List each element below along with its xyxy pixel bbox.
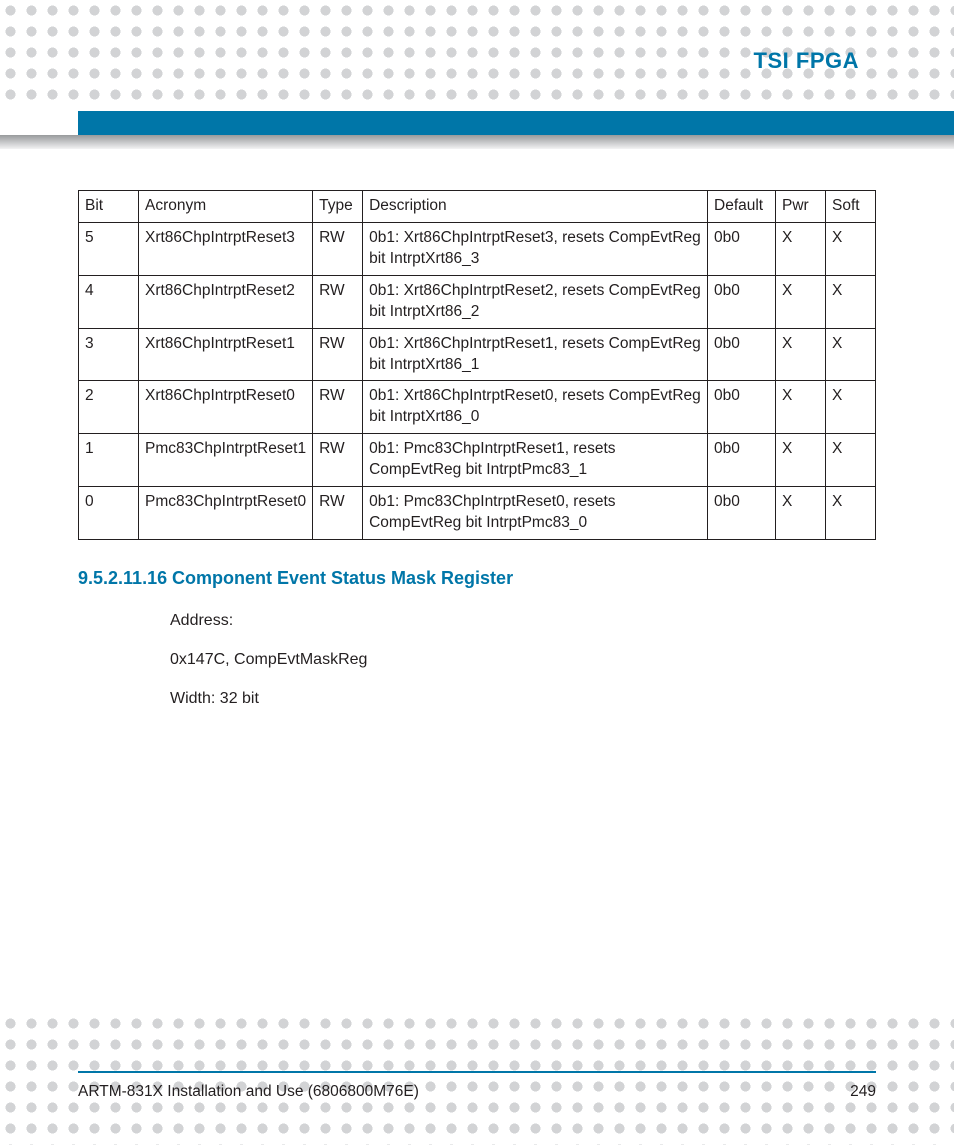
cell-type: RW xyxy=(313,275,363,328)
cell-pwr: X xyxy=(776,487,826,540)
cell-soft: X xyxy=(826,328,876,381)
footer-page-number: 249 xyxy=(850,1083,876,1101)
section-number: 9.5.2.11.16 xyxy=(78,568,170,589)
footer-rule xyxy=(78,1071,876,1073)
section-heading: 9.5.2.11.16 Component Event Status Mask … xyxy=(78,568,876,589)
cell-description: 0b1: Xrt86ChpIntrptReset2, resets CompEv… xyxy=(363,275,708,328)
header-blue-bar xyxy=(78,111,954,135)
table-row: 4Xrt86ChpIntrptReset2RW0b1: Xrt86ChpIntr… xyxy=(79,275,876,328)
table-row: 2Xrt86ChpIntrptReset0RW0b1: Xrt86ChpIntr… xyxy=(79,381,876,434)
content-area: Bit Acronym Type Description Default Pwr… xyxy=(78,190,876,727)
cell-type: RW xyxy=(313,434,363,487)
cell-soft: X xyxy=(826,434,876,487)
table-row: 5Xrt86ChpIntrptReset3RW0b1: Xrt86ChpIntr… xyxy=(79,222,876,275)
cell-bit: 1 xyxy=(79,434,139,487)
col-acronym: Acronym xyxy=(139,191,313,223)
page: TSI FPGA Bit Acronym Type Description De… xyxy=(0,0,954,1145)
address-value: 0x147C, CompEvtMaskReg xyxy=(170,650,876,671)
cell-type: RW xyxy=(313,381,363,434)
cell-default: 0b0 xyxy=(708,434,776,487)
cell-pwr: X xyxy=(776,434,826,487)
width-line: Width: 32 bit xyxy=(170,689,876,710)
cell-soft: X xyxy=(826,381,876,434)
cell-type: RW xyxy=(313,487,363,540)
cell-bit: 3 xyxy=(79,328,139,381)
cell-soft: X xyxy=(826,222,876,275)
col-default: Default xyxy=(708,191,776,223)
cell-pwr: X xyxy=(776,275,826,328)
table-row: 3Xrt86ChpIntrptReset1RW0b1: Xrt86ChpIntr… xyxy=(79,328,876,381)
cell-type: RW xyxy=(313,222,363,275)
col-type: Type xyxy=(313,191,363,223)
cell-default: 0b0 xyxy=(708,381,776,434)
cell-type: RW xyxy=(313,328,363,381)
cell-default: 0b0 xyxy=(708,487,776,540)
cell-pwr: X xyxy=(776,222,826,275)
decorative-dots-bottom xyxy=(0,1013,954,1145)
cell-description: 0b1: Xrt86ChpIntrptReset3, resets CompEv… xyxy=(363,222,708,275)
footer: ARTM-831X Installation and Use (6806800M… xyxy=(78,1083,876,1101)
cell-default: 0b0 xyxy=(708,222,776,275)
table-header-row: Bit Acronym Type Description Default Pwr… xyxy=(79,191,876,223)
cell-bit: 5 xyxy=(79,222,139,275)
col-bit: Bit xyxy=(79,191,139,223)
section-title: Component Event Status Mask Register xyxy=(172,568,513,589)
cell-bit: 0 xyxy=(79,487,139,540)
cell-acronym: Xrt86ChpIntrptReset2 xyxy=(139,275,313,328)
cell-soft: X xyxy=(826,275,876,328)
cell-acronym: Pmc83ChpIntrptReset0 xyxy=(139,487,313,540)
cell-acronym: Xrt86ChpIntrptReset3 xyxy=(139,222,313,275)
cell-acronym: Pmc83ChpIntrptReset1 xyxy=(139,434,313,487)
table-row: 1Pmc83ChpIntrptReset1RW0b1: Pmc83ChpIntr… xyxy=(79,434,876,487)
cell-default: 0b0 xyxy=(708,328,776,381)
cell-acronym: Xrt86ChpIntrptReset1 xyxy=(139,328,313,381)
cell-description: 0b1: Pmc83ChpIntrptReset1, resets CompEv… xyxy=(363,434,708,487)
cell-description: 0b1: Pmc83ChpIntrptReset0, resets CompEv… xyxy=(363,487,708,540)
cell-bit: 4 xyxy=(79,275,139,328)
cell-bit: 2 xyxy=(79,381,139,434)
cell-description: 0b1: Xrt86ChpIntrptReset1, resets CompEv… xyxy=(363,328,708,381)
cell-soft: X xyxy=(826,487,876,540)
col-desc: Description xyxy=(363,191,708,223)
table-row: 0Pmc83ChpIntrptReset0RW0b1: Pmc83ChpIntr… xyxy=(79,487,876,540)
section-body: Address: 0x147C, CompEvtMaskReg Width: 3… xyxy=(170,611,876,709)
footer-doc-id: ARTM-831X Installation and Use (6806800M… xyxy=(78,1083,419,1101)
address-label: Address: xyxy=(170,611,876,632)
cell-acronym: Xrt86ChpIntrptReset0 xyxy=(139,381,313,434)
cell-description: 0b1: Xrt86ChpIntrptReset0, resets CompEv… xyxy=(363,381,708,434)
cell-pwr: X xyxy=(776,381,826,434)
cell-default: 0b0 xyxy=(708,275,776,328)
cell-pwr: X xyxy=(776,328,826,381)
chapter-title: TSI FPGA xyxy=(754,48,859,74)
register-table: Bit Acronym Type Description Default Pwr… xyxy=(78,190,876,540)
col-soft: Soft xyxy=(826,191,876,223)
col-pwr: Pwr xyxy=(776,191,826,223)
header-grey-bar xyxy=(0,135,954,149)
